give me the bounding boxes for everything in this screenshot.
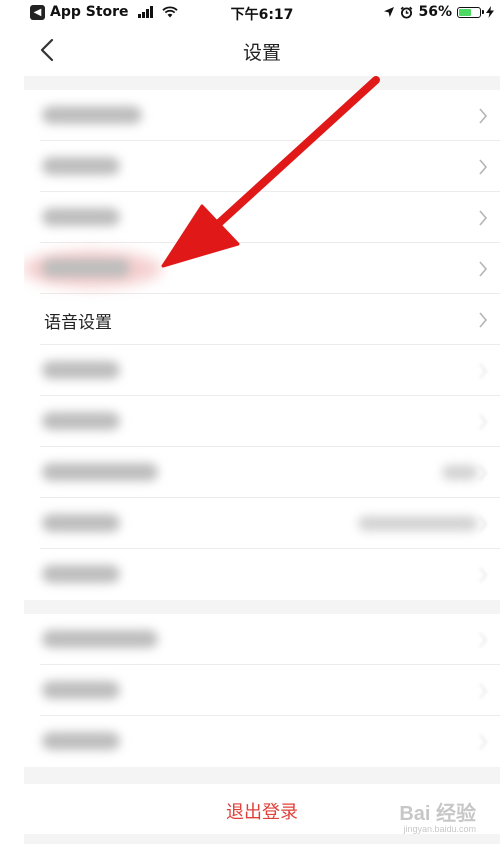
obscured-label	[42, 630, 158, 648]
battery-icon	[457, 6, 484, 18]
settings-row-obscured-9[interactable]	[40, 549, 500, 600]
wifi-icon	[161, 6, 178, 18]
obscured-label	[42, 106, 142, 124]
chevron-right-icon	[479, 363, 488, 379]
obscured-label	[42, 732, 120, 750]
settings-row-obscured-8[interactable]	[40, 498, 500, 549]
left-margin	[0, 0, 24, 844]
logout-label: 退出登录	[226, 802, 298, 823]
page-title: 设置	[242, 42, 281, 64]
obscured-label	[42, 157, 120, 175]
battery-percent: 56%	[418, 4, 452, 20]
location-icon	[384, 7, 395, 17]
back-chevron-icon[interactable]	[34, 34, 64, 66]
chevron-right-icon	[479, 567, 488, 583]
charging-bolt-icon	[486, 6, 494, 18]
alarm-icon	[401, 6, 413, 18]
chevron-right-icon	[479, 210, 488, 226]
back-app-icon: ◀	[30, 4, 45, 20]
settings-row-voice[interactable]: 语音设置	[40, 294, 500, 345]
settings-row-obscured-10[interactable]	[40, 614, 500, 665]
obscured-value	[442, 465, 478, 480]
obscured-label	[42, 208, 120, 226]
settings-row-obscured-4[interactable]	[24, 243, 500, 294]
chevron-right-icon	[479, 261, 488, 277]
obscured-label	[42, 514, 120, 532]
obscured-value	[358, 516, 478, 531]
obscured-label	[42, 565, 120, 583]
settings-row-obscured-2[interactable]	[40, 141, 500, 192]
chevron-right-icon	[479, 159, 488, 175]
status-bar: ◀ App Store 下午6:17 56%	[24, 0, 500, 24]
settings-row-obscured-12[interactable]	[40, 716, 500, 767]
settings-row-obscured-5[interactable]	[40, 345, 500, 396]
phone-screen: ◀ App Store 下午6:17 56% 设置 语音设置 退出登录 Bai …	[24, 0, 500, 844]
settings-row-obscured-11[interactable]	[40, 665, 500, 716]
settings-row-obscured-6[interactable]	[40, 396, 500, 447]
back-app-label: App Store	[50, 4, 129, 20]
obscured-label	[42, 681, 120, 699]
chevron-right-icon	[479, 734, 488, 750]
chevron-right-icon	[479, 465, 488, 481]
settings-row-obscured-1[interactable]	[40, 90, 500, 141]
chevron-right-icon	[479, 312, 488, 328]
settings-row-obscured-7[interactable]	[40, 447, 500, 498]
logout-button[interactable]: 退出登录	[24, 784, 500, 834]
chevron-right-icon	[479, 683, 488, 699]
settings-group-2	[24, 614, 500, 767]
back-to-app[interactable]: ◀ App Store	[30, 4, 178, 20]
navigation-bar: 设置	[24, 24, 500, 76]
obscured-label	[42, 412, 120, 430]
settings-row-obscured-3[interactable]	[40, 192, 500, 243]
chevron-right-icon	[479, 414, 488, 430]
chevron-right-icon	[479, 632, 488, 648]
chevron-right-icon	[479, 108, 488, 124]
obscured-label	[42, 259, 130, 277]
obscured-label	[42, 463, 158, 481]
obscured-label	[42, 361, 120, 379]
settings-group-1: 语音设置	[24, 90, 500, 600]
voice-settings-label: 语音设置	[44, 313, 112, 333]
cellular-signal-icon	[137, 6, 153, 18]
chevron-right-icon	[479, 516, 488, 532]
